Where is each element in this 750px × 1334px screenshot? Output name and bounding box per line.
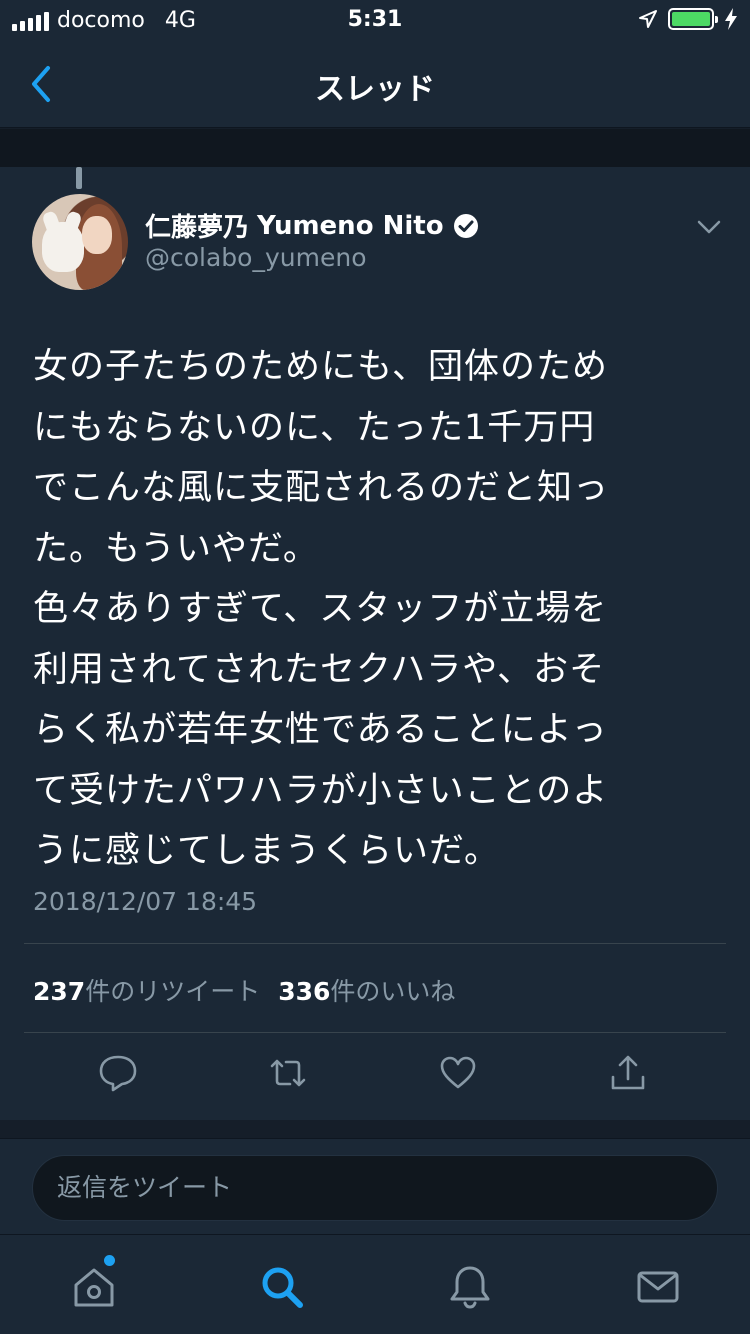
engagement-stats: 237件のリツイート 336件のいいね <box>33 972 455 1008</box>
tweet-actions <box>0 1053 750 1103</box>
navigation-bar: スレッド <box>0 40 750 128</box>
thread-screen: docomo 4G 5:31 スレッド 仁藤夢乃 Yumeno Nito @co… <box>0 0 750 1334</box>
tweet-detail: 仁藤夢乃 Yumeno Nito @colabo_yumeno 女の子たちのため… <box>0 167 750 1120</box>
verified-badge-icon <box>453 213 478 238</box>
charging-bolt-icon <box>725 8 737 30</box>
heart-icon[interactable] <box>438 1053 478 1093</box>
reply-bar: 返信をツイート <box>0 1138 750 1234</box>
divider <box>24 943 726 944</box>
display-name[interactable]: 仁藤夢乃 Yumeno Nito <box>145 207 480 244</box>
new-content-dot <box>104 1255 115 1266</box>
home-icon[interactable] <box>70 1263 118 1311</box>
retweet-stat-label: 件のリツイート <box>85 977 261 1006</box>
like-stat[interactable]: 336件のいいね <box>278 972 455 1008</box>
divider <box>24 1032 726 1033</box>
retweet-icon[interactable] <box>268 1053 308 1093</box>
display-name-en: Yumeno Nito <box>257 210 444 241</box>
retweet-stat[interactable]: 237件のリツイート <box>33 972 260 1008</box>
tweet-text: 女の子たちのためにも、団体のため にもならないのに、たった1千万円 でこんな風に… <box>33 347 610 871</box>
envelope-icon[interactable] <box>634 1263 682 1311</box>
like-stat-label: 件のいいね <box>330 977 456 1006</box>
status-right <box>638 8 738 30</box>
display-name-ja: 仁藤夢乃 <box>145 213 250 243</box>
tweet-timestamp: 2018/12/07 18:45 <box>33 887 258 916</box>
battery-icon <box>668 8 718 30</box>
thread-connector <box>76 167 82 189</box>
tab-bar <box>0 1234 750 1334</box>
like-count: 336 <box>278 977 331 1006</box>
section-gap <box>0 1120 750 1138</box>
status-bar: docomo 4G 5:31 <box>0 0 750 40</box>
reply-input[interactable]: 返信をツイート <box>32 1155 718 1221</box>
avatar[interactable] <box>32 194 128 290</box>
share-icon[interactable] <box>608 1053 648 1093</box>
location-arrow-icon <box>639 10 657 28</box>
section-gap <box>0 129 750 167</box>
bell-icon[interactable] <box>446 1263 494 1311</box>
reply-icon[interactable] <box>98 1053 138 1093</box>
user-handle[interactable]: @colabo_yumeno <box>145 243 366 272</box>
retweet-count: 237 <box>33 977 86 1006</box>
search-icon[interactable] <box>258 1263 306 1311</box>
page-title: スレッド <box>315 72 435 107</box>
chevron-down-icon[interactable] <box>694 215 724 239</box>
